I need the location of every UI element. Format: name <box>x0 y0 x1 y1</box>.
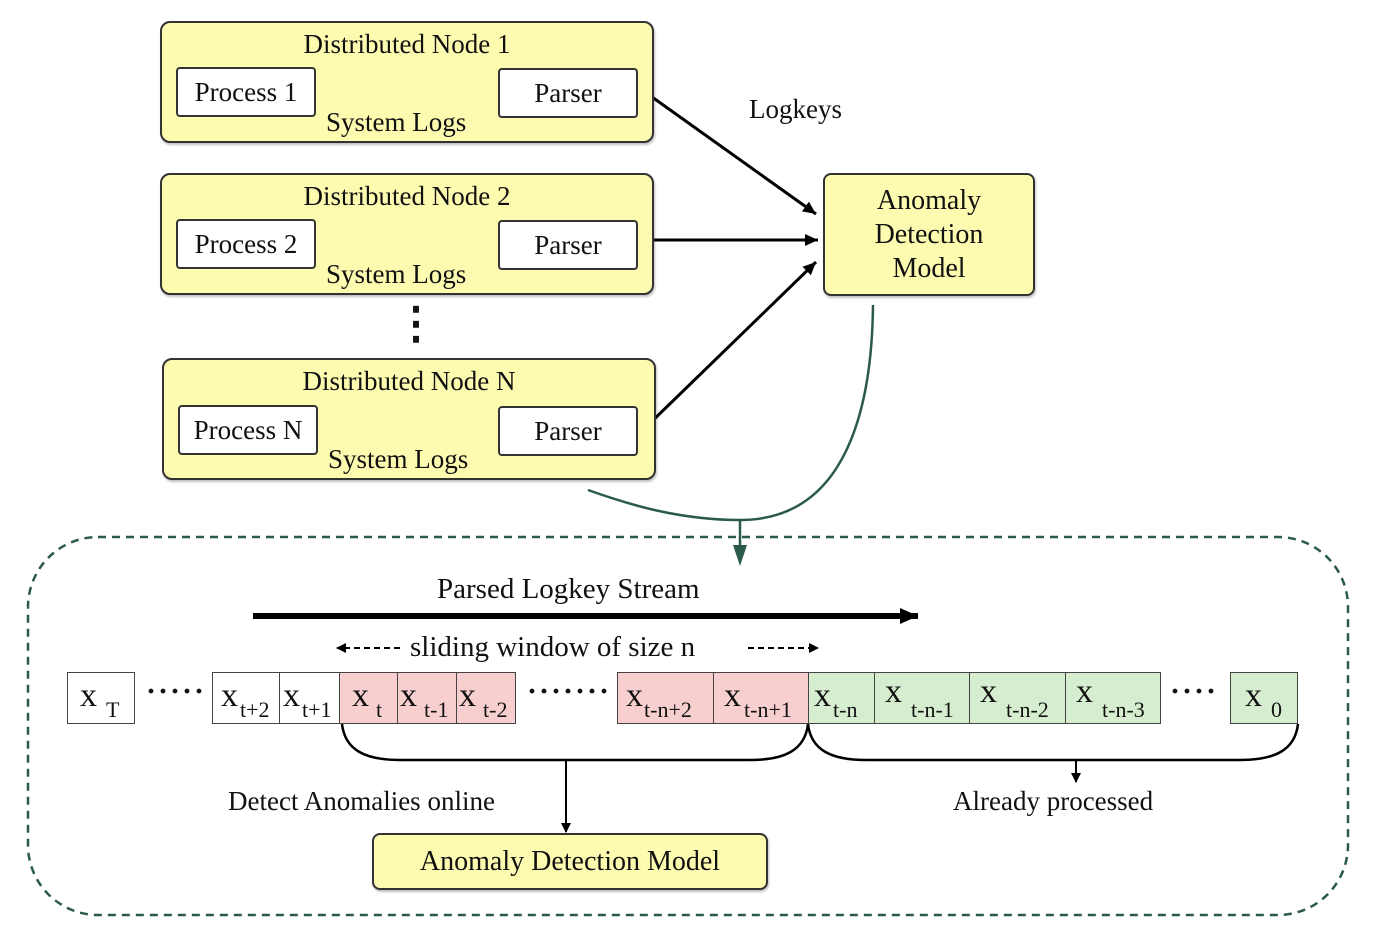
system-logs-label: System Logs <box>326 107 467 137</box>
process-box: Process N <box>178 405 318 455</box>
node-title: Distributed Node 1 <box>303 29 511 59</box>
parser-box: Parser <box>498 406 638 456</box>
logkey-arrow-n <box>643 260 818 430</box>
node-title: Distributed Node 2 <box>303 181 511 211</box>
ellipsis: ······· <box>527 675 612 708</box>
node-title: Distributed Node N <box>302 366 516 396</box>
stream-down-arrowhead <box>733 545 747 566</box>
logkey-cell: x t-n-1 <box>874 672 970 724</box>
sliding-window-label: sliding window of size n <box>410 631 696 663</box>
logkey-cell: x t+1 <box>279 672 340 724</box>
model-line-2: Detection <box>874 218 984 250</box>
distributed-node-2: Distributed Node 2 Process 2 Parser Syst… <box>160 173 654 295</box>
parser-box: Parser <box>498 68 638 118</box>
ellipsis: ····· <box>146 675 207 708</box>
logkey-cell: xT <box>67 672 135 724</box>
distributed-node-1: Distributed Node 1 Process 1 Parser Syst… <box>160 21 654 143</box>
window-brace <box>340 723 810 762</box>
logkey-cell: x t-2 <box>456 672 516 724</box>
bottom-anomaly-detection-model: Anomaly Detection Model <box>372 833 768 890</box>
logkey-cell: xt <box>339 672 398 724</box>
already-processed-label: Already processed <box>953 786 1154 816</box>
more-nodes-ellipsis: ⋮ <box>394 299 438 348</box>
logkey-cell: x t-n+1 <box>713 672 809 724</box>
system-logs-label: System Logs <box>326 259 467 289</box>
parser-box: Parser <box>498 220 638 270</box>
logkey-cell: x t+2 <box>212 672 280 724</box>
logkey-cell: x0 <box>1230 672 1298 724</box>
system-logs-label: System Logs <box>328 444 469 474</box>
processed-brace <box>806 723 1300 762</box>
detect-anomalies-label: Detect Anomalies online <box>228 786 495 816</box>
logkey-cell: x t-n-2 <box>969 672 1066 724</box>
logkeys-label: Logkeys <box>749 94 842 124</box>
model-line-1: Anomaly <box>876 184 982 216</box>
logkey-cell: x t-n-3 <box>1065 672 1161 724</box>
process-box: Process 1 <box>176 67 316 117</box>
process-box: Process 2 <box>176 219 316 269</box>
distributed-node-n: Distributed Node N Process N Parser Syst… <box>162 358 656 480</box>
logkey-cell: x t-n <box>808 672 875 724</box>
ellipsis: ···· <box>1170 675 1219 708</box>
stream-title: Parsed Logkey Stream <box>437 573 700 605</box>
logkey-cell: x t-n+2 <box>617 672 714 724</box>
top-anomaly-detection-model: Anomaly Detection Model <box>823 173 1035 296</box>
logkey-cell: x t-1 <box>397 672 457 724</box>
model-line-3: Model <box>892 252 966 284</box>
